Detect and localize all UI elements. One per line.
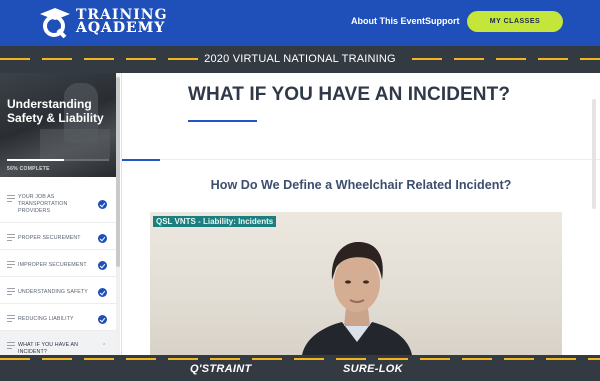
event-banner: 2020 VIRTUAL NATIONAL TRAINING — [0, 46, 600, 73]
qstraint-logo: Q'STRAINT — [190, 363, 252, 375]
road-dashes-top — [0, 358, 600, 360]
lesson-text-icon — [7, 342, 15, 351]
logo-q-icon — [38, 5, 72, 39]
nav-support[interactable]: Support — [425, 16, 460, 26]
course-cover-image — [0, 73, 116, 177]
lesson-item[interactable]: UNDERSTANDING SAFETY — [0, 277, 116, 304]
lesson-item[interactable]: YOUR JOB AS TRANSPORTATION PROVIDERS — [0, 183, 116, 223]
lesson-text-icon — [7, 234, 15, 243]
lesson-label: PROPER SECUREMENT — [18, 235, 81, 241]
section-divider — [122, 159, 160, 161]
lesson-label: UNDERSTANDING SAFETY — [18, 289, 88, 295]
lesson-text-icon — [7, 261, 15, 270]
event-title: 2020 VIRTUAL NATIONAL TRAINING — [204, 53, 396, 65]
title-underline — [188, 120, 257, 122]
course-sidebar: Understanding Safety & Liability 56% COM… — [0, 73, 122, 355]
sidebar-scroll-thumb[interactable] — [116, 77, 120, 267]
lesson-complete-check-icon — [98, 200, 107, 209]
content-scrollbar[interactable] — [592, 99, 596, 209]
lesson-complete-check-icon — [98, 261, 107, 270]
presenter-image — [302, 242, 412, 355]
chevron-up-icon: ⌃ — [102, 343, 107, 349]
course-progress-label: 56% COMPLETE — [7, 166, 50, 172]
lesson-content: WHAT IF YOU HAVE AN INCIDENT? How Do We … — [122, 73, 600, 355]
lesson-item-active[interactable]: WHAT IF YOU HAVE AN INCIDENT? ⌃ — [0, 331, 116, 355]
lesson-text-icon — [7, 195, 15, 204]
lesson-complete-check-icon — [98, 288, 107, 297]
logo-line2: AQADEMY — [76, 20, 166, 36]
sure-lok-logo: SURE-LOK — [343, 363, 403, 375]
course-progress-bar — [7, 159, 109, 161]
lesson-item[interactable]: REDUCING LIABILITY — [0, 304, 116, 331]
page-title: WHAT IF YOU HAVE AN INCIDENT? — [188, 84, 511, 105]
lesson-item[interactable]: PROPER SECUREMENT — [0, 223, 116, 250]
sponsor-footer: Q'STRAINT SURE-LOK — [0, 355, 600, 381]
lesson-label: IMPROPER SECUREMENT — [18, 262, 87, 268]
lesson-label: YOUR JOB AS TRANSPORTATION PROVIDERS — [18, 194, 68, 214]
training-aqademy-logo[interactable]: TRAINING AQADEMY — [38, 5, 168, 39]
sidebar-scrollbar[interactable] — [116, 73, 120, 355]
lesson-item[interactable]: IMPROPER SECUREMENT — [0, 250, 116, 277]
course-title: Understanding Safety & Liability — [7, 97, 104, 125]
lesson-text-icon — [7, 315, 15, 324]
site-header: TRAINING AQADEMY About This Event Suppor… — [0, 0, 600, 46]
lesson-label: REDUCING LIABILITY — [18, 316, 74, 322]
lesson-label: WHAT IF YOU HAVE AN INCIDENT? — [18, 342, 79, 355]
lesson-complete-check-icon — [98, 234, 107, 243]
my-classes-button[interactable]: MY CLASSES — [467, 11, 563, 32]
lesson-header: WHAT IF YOU HAVE AN INCIDENT? — [122, 73, 600, 160]
video-caption: QSL VNTS - Liability: Incidents — [153, 216, 277, 227]
lesson-complete-check-icon — [98, 315, 107, 324]
section-subheading: How Do We Define a Wheelchair Related In… — [210, 178, 512, 192]
course-progress-fill — [7, 159, 65, 161]
video-player[interactable]: QSL VNTS - Liability: Incidents — [150, 212, 562, 355]
nav-about-this-event[interactable]: About This Event — [351, 16, 425, 26]
course-card: Understanding Safety & Liability 56% COM… — [0, 73, 116, 177]
lesson-text-icon — [7, 288, 15, 297]
